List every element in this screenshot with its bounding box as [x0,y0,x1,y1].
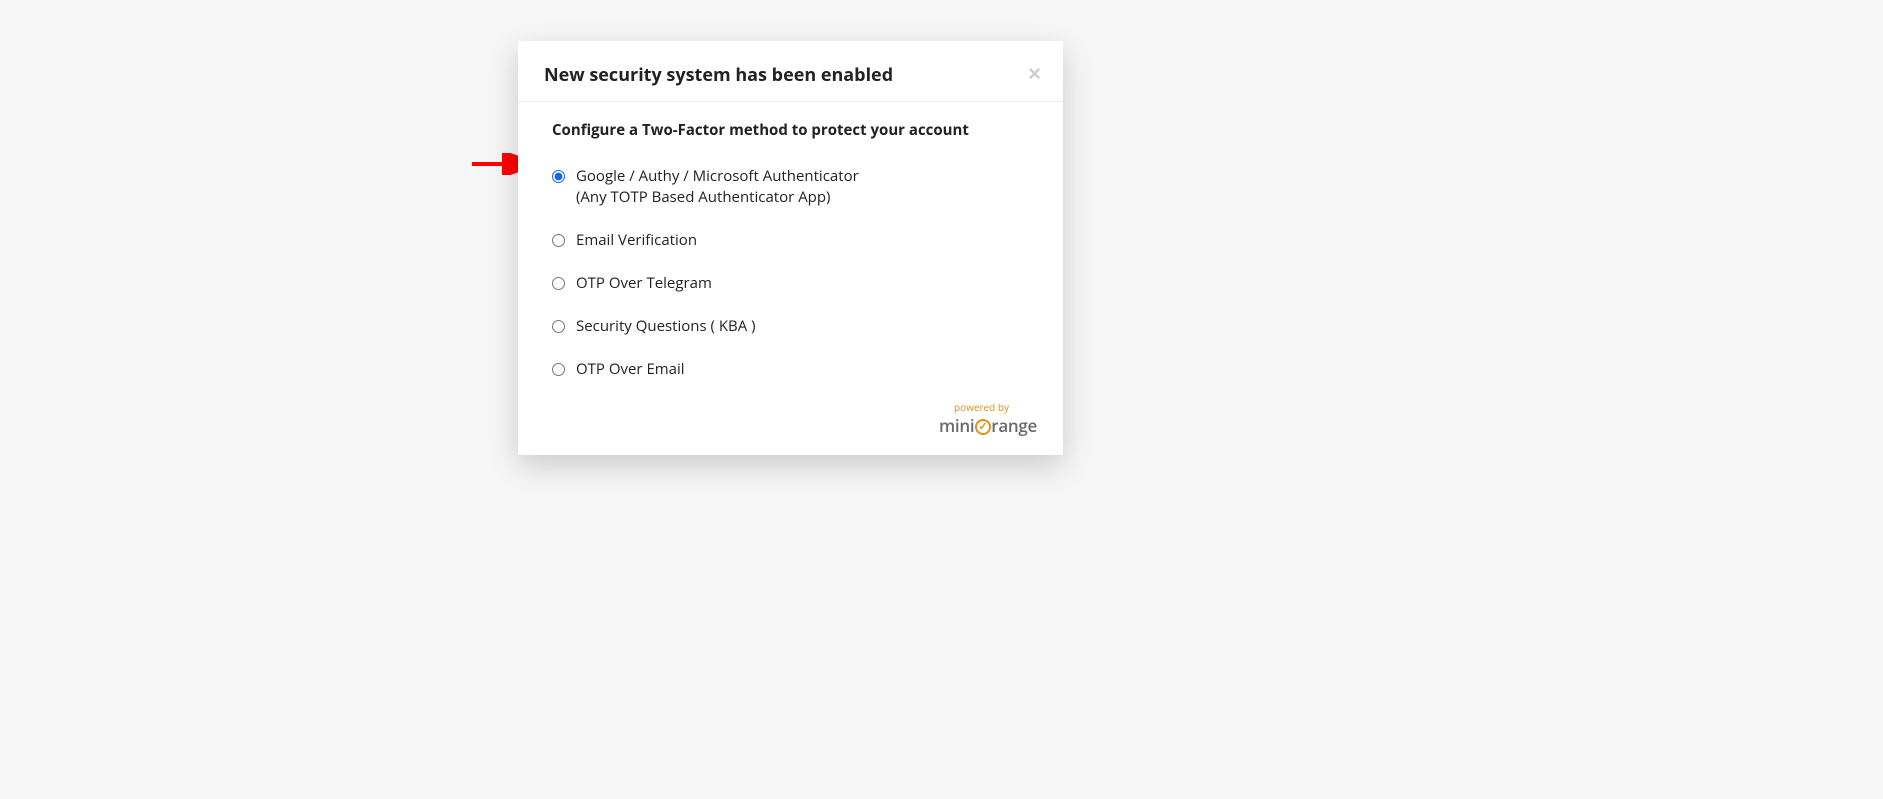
modal-header: New security system has been enabled × [518,41,1063,102]
mfa-option-otp-telegram[interactable]: OTP Over Telegram [552,273,1037,294]
mfa-radio-email-verification[interactable] [552,234,565,247]
option-label: OTP Over Telegram [576,273,712,294]
mfa-option-otp-email[interactable]: OTP Over Email [552,359,1037,380]
close-icon[interactable]: × [1028,63,1041,85]
modal-subtitle: Configure a Two-Factor method to protect… [552,120,1037,140]
mfa-radio-security-questions[interactable] [552,320,565,333]
miniorange-logo-icon: ✓ [975,419,991,435]
option-label: Google / Authy / Microsoft Authenticator [576,166,859,186]
mfa-option-totp-authenticator[interactable]: Google / Authy / Microsoft Authenticator… [552,166,1037,208]
option-label: Security Questions ( KBA ) [576,316,756,337]
powered-by-text: powered by [544,400,1037,414]
modal-body: Configure a Two-Factor method to protect… [518,102,1063,400]
two-factor-setup-modal: New security system has been enabled × C… [518,41,1063,455]
option-sublabel: (Any TOTP Based Authenticator App) [576,187,859,208]
mfa-radio-totp-authenticator[interactable] [552,170,565,183]
mfa-option-security-questions[interactable]: Security Questions ( KBA ) [552,316,1037,337]
modal-footer: powered by mini✓range [518,400,1063,455]
mfa-radio-otp-email[interactable] [552,363,565,376]
modal-title: New security system has been enabled [544,63,1037,87]
mfa-radio-otp-telegram[interactable] [552,277,565,290]
miniorange-logo: mini✓range [939,414,1037,437]
option-label: OTP Over Email [576,359,685,380]
mfa-option-email-verification[interactable]: Email Verification [552,230,1037,251]
option-label: Email Verification [576,230,697,251]
